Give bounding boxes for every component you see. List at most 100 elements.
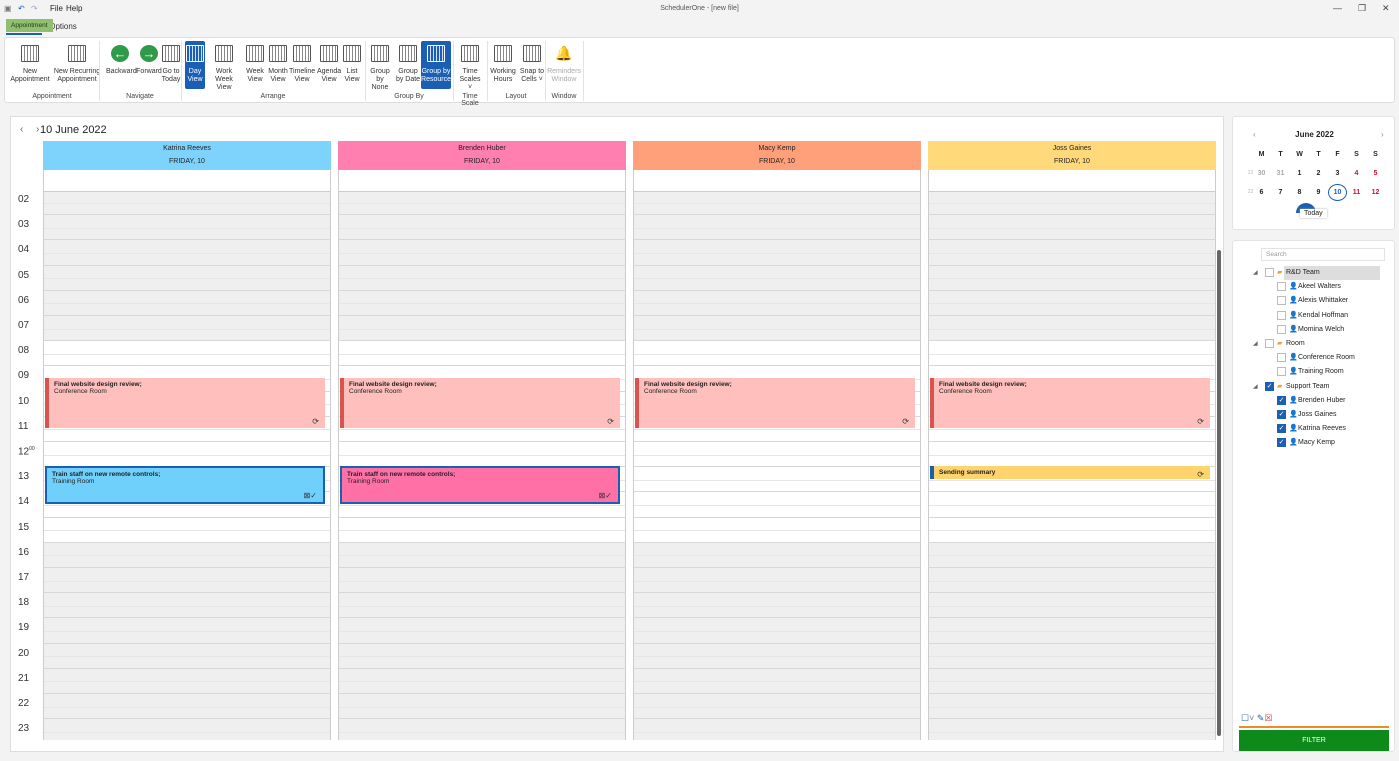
time-slot[interactable] <box>928 214 1216 239</box>
delete-resource-icon[interactable]: ☒ <box>1264 713 1272 723</box>
time-slot[interactable] <box>633 718 921 740</box>
calendar-day[interactable]: 5 <box>1366 170 1385 177</box>
time-slot[interactable] <box>928 718 1216 740</box>
resource-tree-item[interactable]: 👤Akeel Walters <box>1240 280 1380 294</box>
checkbox[interactable] <box>1265 339 1274 348</box>
calendar-day[interactable]: 10 <box>1328 184 1347 201</box>
calendar-day[interactable]: 11 <box>1347 189 1366 196</box>
time-slot[interactable] <box>43 192 331 214</box>
time-slot[interactable] <box>928 567 1216 592</box>
working-hours-button[interactable]: Working Hours <box>489 41 517 89</box>
time-slot[interactable] <box>338 617 626 642</box>
resource-tree-item[interactable]: ◢▰R&D Team <box>1240 266 1380 280</box>
time-slot[interactable] <box>43 239 331 264</box>
time-slot[interactable] <box>928 315 1216 340</box>
resource-header[interactable]: Brenden HuberFRIDAY, 10 <box>338 141 626 170</box>
go-to-today-button[interactable]: Go to Today <box>160 41 182 89</box>
time-slot[interactable] <box>928 542 1216 567</box>
checkbox[interactable]: ✓ <box>1277 424 1286 433</box>
filter-button[interactable]: FILTER <box>1239 730 1389 751</box>
time-slot[interactable] <box>633 315 921 340</box>
backward-button[interactable]: ←Backward <box>106 41 134 89</box>
all-day-cell[interactable] <box>633 170 921 192</box>
resource-header[interactable]: Macy KempFRIDAY, 10 <box>633 141 921 170</box>
next-date-icon[interactable]: › <box>36 124 39 135</box>
time-slot[interactable] <box>338 441 626 466</box>
add-resource-icon[interactable]: ☐ <box>1241 713 1249 723</box>
time-slot[interactable] <box>633 668 921 693</box>
calendar-day[interactable]: 31 <box>1271 170 1290 177</box>
time-slot[interactable] <box>633 239 921 264</box>
time-slot[interactable] <box>928 239 1216 264</box>
time-slot[interactable] <box>928 265 1216 290</box>
appointment[interactable]: Train staff on new remote controls;Train… <box>45 466 325 504</box>
all-day-cell[interactable] <box>338 170 626 192</box>
appointment[interactable]: Final website design review;Conference R… <box>340 378 620 428</box>
appointment[interactable]: Final website design review;Conference R… <box>930 378 1210 428</box>
expand-icon[interactable]: ◢ <box>1253 337 1258 351</box>
resource-tree-item[interactable]: ✓👤Katrina Reeves <box>1240 422 1380 436</box>
next-month-icon[interactable]: › <box>1381 130 1384 139</box>
time-slot[interactable] <box>633 617 921 642</box>
checkbox[interactable] <box>1277 325 1286 334</box>
time-slot[interactable] <box>43 315 331 340</box>
day-view-button[interactable]: Day View <box>185 41 205 89</box>
snap-to-cells-button[interactable]: Snap to Cells ˅ <box>519 41 545 89</box>
time-slot[interactable] <box>633 466 921 491</box>
time-slot[interactable] <box>633 340 921 365</box>
time-slot[interactable] <box>633 643 921 668</box>
time-slot[interactable] <box>633 592 921 617</box>
time-grid[interactable]: 0203040506070809101112001314151617181920… <box>10 192 1216 740</box>
time-slot[interactable] <box>338 214 626 239</box>
time-slot[interactable] <box>43 517 331 542</box>
time-slot[interactable] <box>928 441 1216 466</box>
time-slot[interactable] <box>633 192 921 214</box>
time-slot[interactable] <box>928 192 1216 214</box>
time-slot[interactable] <box>928 290 1216 315</box>
time-slot[interactable] <box>43 617 331 642</box>
resource-tree-item[interactable]: ◢▰Room <box>1240 337 1380 351</box>
resource-tree-item[interactable]: 👤Alexis Whittaker <box>1240 294 1380 308</box>
all-day-cell[interactable] <box>43 170 331 192</box>
forward-button[interactable]: →Forward <box>135 41 163 89</box>
resource-header[interactable]: Katrina ReevesFRIDAY, 10 <box>43 141 331 170</box>
new-appointment-button[interactable]: New Appointment <box>10 41 50 89</box>
checkbox[interactable] <box>1277 367 1286 376</box>
prev-date-icon[interactable]: ‹ <box>20 124 23 135</box>
vertical-scrollbar[interactable] <box>1217 250 1221 736</box>
reminders-window-button[interactable]: 🔔Reminders Window <box>545 41 583 89</box>
time-slot[interactable] <box>338 290 626 315</box>
appointment[interactable]: Final website design review;Conference R… <box>45 378 325 428</box>
time-slot[interactable] <box>633 693 921 718</box>
resource-tree-item[interactable]: ✓👤Joss Gaines <box>1240 408 1380 422</box>
checkbox[interactable]: ✓ <box>1277 396 1286 405</box>
time-slot[interactable] <box>928 340 1216 365</box>
resource-tree-item[interactable]: ◢✓▰Support Team <box>1240 380 1380 394</box>
resource-tree-item[interactable]: 👤Kendal Hoffman <box>1240 309 1380 323</box>
new-recurring-appointment-button[interactable]: New Recurring Appointment <box>49 41 105 89</box>
time-slot[interactable] <box>338 718 626 740</box>
appointment[interactable]: Sending summary⟳ <box>930 466 1210 479</box>
calendar-day[interactable]: 3 <box>1328 170 1347 177</box>
time-slot[interactable] <box>43 643 331 668</box>
checkbox[interactable]: ✓ <box>1277 410 1286 419</box>
time-slot[interactable] <box>928 592 1216 617</box>
calendar-day[interactable]: 2 <box>1309 170 1328 177</box>
time-slot[interactable] <box>338 315 626 340</box>
time-slot[interactable] <box>43 592 331 617</box>
time-slot[interactable] <box>338 517 626 542</box>
time-slot[interactable] <box>633 491 921 516</box>
calendar-day[interactable]: 30 <box>1252 170 1271 177</box>
calendar-day[interactable]: 8 <box>1290 189 1309 196</box>
resource-tree-item[interactable]: ✓👤Macy Kemp <box>1240 436 1380 450</box>
time-slot[interactable] <box>338 592 626 617</box>
expand-icon[interactable]: ◢ <box>1253 266 1258 280</box>
time-slot[interactable] <box>338 265 626 290</box>
time-slot[interactable] <box>43 340 331 365</box>
time-slot[interactable] <box>43 290 331 315</box>
group-by-none-button[interactable]: Group by None <box>367 41 393 89</box>
appointment[interactable]: Train staff on new remote controls;Train… <box>340 466 620 504</box>
month-view-button[interactable]: Month View <box>267 41 289 89</box>
checkbox[interactable] <box>1277 296 1286 305</box>
checkbox[interactable] <box>1265 268 1274 277</box>
